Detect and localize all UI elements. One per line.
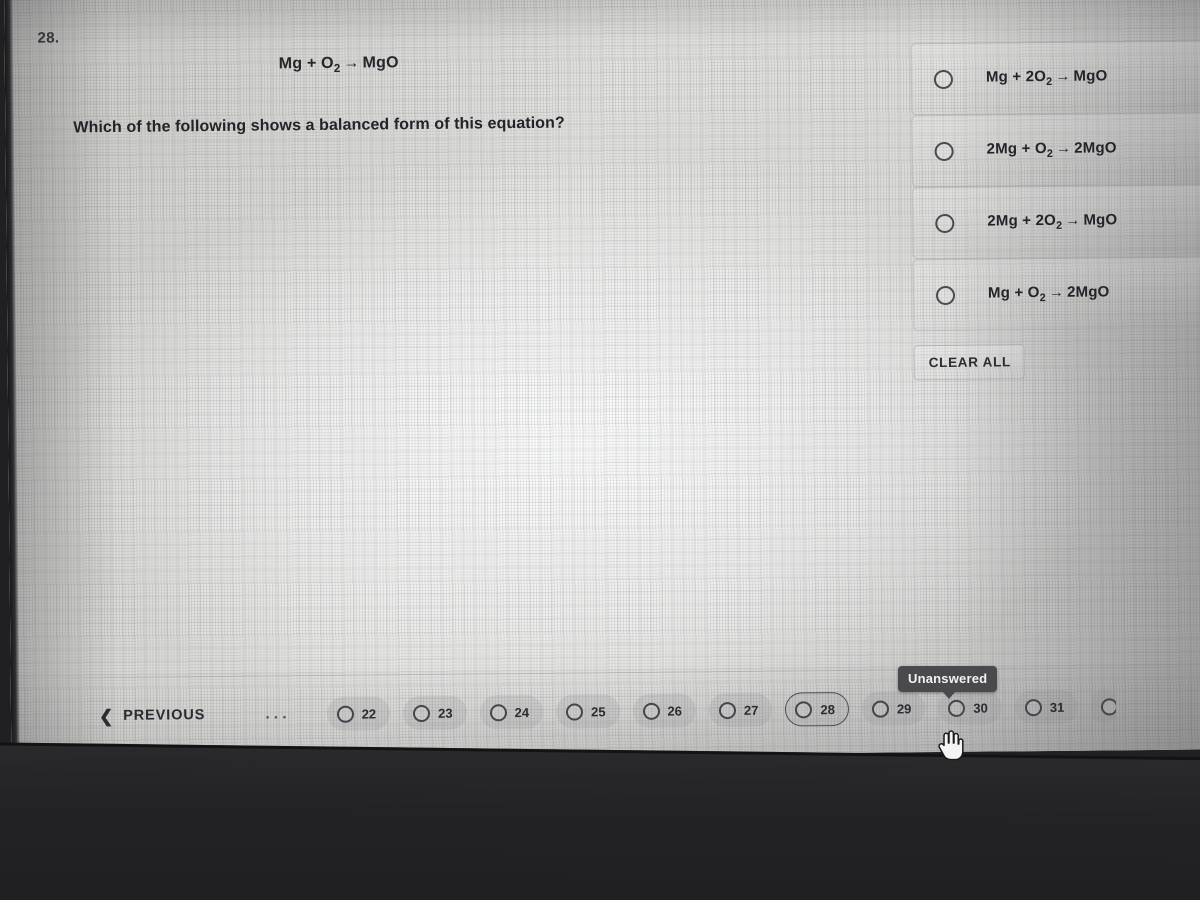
radio-button-d[interactable] [935, 285, 956, 305]
answer-options-list: Mg + 2O2 → MgO 2Mg + O2 → 2MgO 2Mg + 2O2 → MgO… [910, 40, 1200, 332]
pill-number: 22 [361, 705, 377, 722]
pill-radio-icon [489, 703, 507, 721]
pill-radio-icon [871, 700, 889, 718]
monitor-screen: 28. Mg + O2 → MgO Which of the following s… [4, 0, 1200, 761]
pill-number: 27 [743, 702, 759, 718]
question-number: 28. [37, 29, 60, 47]
answer-option-d[interactable]: Mg + O2 → 2MgO [912, 256, 1200, 332]
mouse-cursor-pointer-hand [936, 730, 964, 762]
pagination-ellipsis[interactable]: ... [265, 705, 291, 722]
status-tooltip: Unanswered [898, 666, 998, 699]
question-pill-28[interactable]: 28 [785, 691, 850, 727]
answer-option-c-label: 2Mg + 2O2 → MgO [987, 211, 1118, 232]
question-pill-25[interactable]: 25 [555, 694, 620, 729]
equation-arrow-icon: → [343, 54, 360, 72]
question-pill-list: 22 23 24 25 26 27 28 29 30 31 [326, 689, 1118, 731]
previous-button-label: PREVIOUS [123, 707, 206, 724]
pill-number: 26 [667, 703, 683, 719]
chevron-left-icon: ❮ [98, 706, 115, 726]
pill-number: 28 [820, 701, 835, 717]
pill-radio-icon [642, 702, 660, 720]
question-navigation-bar: ❮ PREVIOUS ... 22 23 24 25 26 27 28 29 30 31 [11, 674, 1200, 748]
answer-option-c[interactable]: 2Mg + 2O2 → MgO [911, 184, 1200, 260]
pill-number: 29 [896, 700, 912, 716]
radio-button-b[interactable] [934, 141, 954, 161]
question-pill-29[interactable]: 29 [861, 691, 926, 726]
radio-button-a[interactable] [933, 69, 954, 89]
question-pill-27[interactable]: 27 [708, 692, 773, 728]
pill-radio-icon [1101, 697, 1118, 715]
question-pill-24[interactable]: 24 [479, 694, 544, 730]
pill-number: 24 [514, 704, 530, 720]
equation-subscript: 2 [333, 62, 341, 76]
pill-number: 31 [1049, 699, 1065, 715]
question-pill-31[interactable]: 31 [1014, 689, 1079, 725]
monitor-bezel-below-screen [0, 742, 1200, 900]
answer-option-a-label: Mg + 2O2 → MgO [985, 67, 1108, 89]
pill-radio-icon [336, 705, 354, 723]
previous-button[interactable]: ❮ PREVIOUS [98, 706, 206, 726]
pill-radio-icon [1024, 698, 1042, 716]
pill-number: 30 [973, 700, 988, 716]
question-pill-cut-off[interactable] [1091, 689, 1118, 724]
pill-radio-icon [718, 701, 737, 719]
clear-all-button[interactable]: CLEAR ALL [913, 344, 1026, 381]
pill-radio-icon [565, 702, 584, 721]
pill-radio-icon [795, 700, 813, 718]
equation-prefix: Mg + O [278, 54, 334, 73]
answer-option-d-label: Mg + O2 → 2MgO [987, 283, 1110, 305]
question-prompt: Which of the following shows a balanced … [73, 114, 565, 137]
question-pill-22[interactable]: 22 [326, 696, 391, 731]
question-pill-26[interactable]: 26 [632, 693, 697, 728]
pill-radio-icon [413, 704, 431, 722]
pill-radio-icon [948, 699, 966, 717]
radio-button-c[interactable] [935, 213, 955, 233]
answer-option-b[interactable]: 2Mg + O2 → 2MgO [911, 112, 1200, 188]
answer-option-b-label: 2Mg + O2 → 2MgO [986, 139, 1117, 160]
answer-option-a[interactable]: Mg + 2O2 → MgO [910, 40, 1200, 116]
equation-suffix: MgO [362, 54, 399, 72]
photo-of-monitor: 28. Mg + O2 → MgO Which of the following s… [0, 0, 1200, 900]
pill-number: 25 [590, 703, 606, 719]
question-pill-23[interactable]: 23 [402, 695, 467, 731]
pill-number: 23 [438, 705, 453, 721]
quiz-content: 28. Mg + O2 → MgO Which of the following s… [4, 0, 1200, 761]
question-equation: Mg + O2 → MgO [279, 54, 399, 75]
